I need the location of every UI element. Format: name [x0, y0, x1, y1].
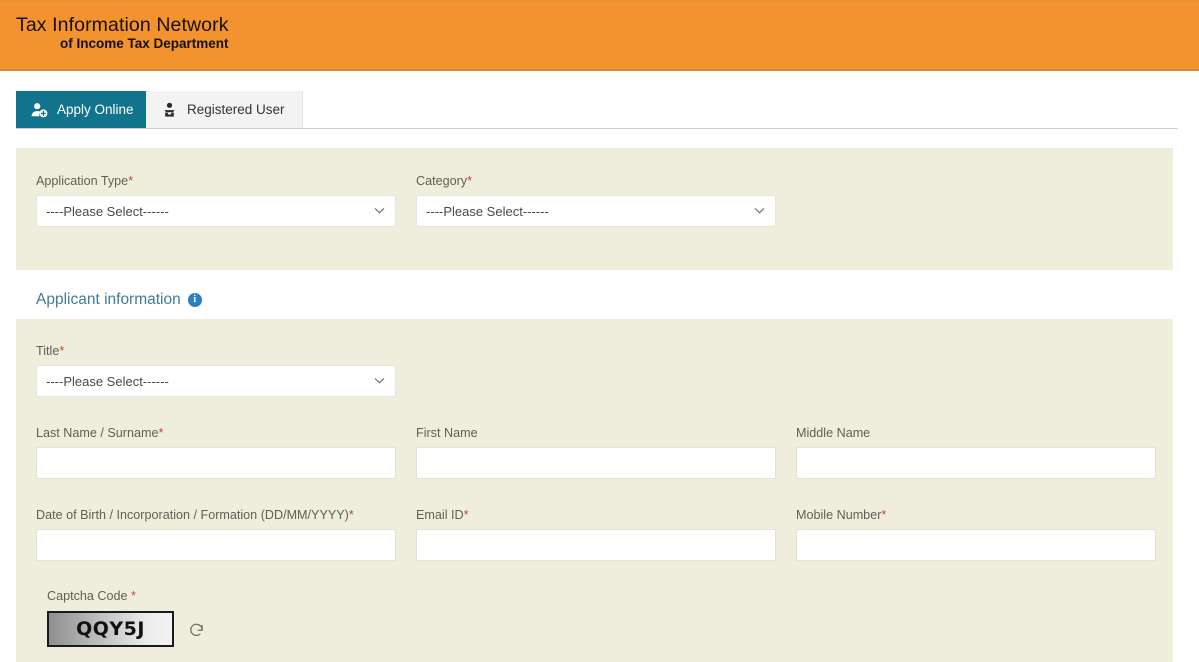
title-selected-value: ----Please Select------ — [46, 374, 169, 389]
mobile-number-label-text: Mobile Number — [796, 508, 881, 522]
email-id-label: Email ID* — [416, 508, 776, 522]
field-last-name: Last Name / Surname* — [36, 426, 396, 479]
required-marker: * — [131, 589, 136, 603]
mobile-number-label: Mobile Number* — [796, 508, 1156, 522]
applicant-information-heading: Applicant information i — [36, 291, 202, 309]
application-type-select[interactable]: ----Please Select------ — [36, 195, 396, 227]
middle-name-input[interactable] — [796, 447, 1156, 479]
field-email-id: Email ID* — [416, 508, 776, 561]
date-of-birth-label: Date of Birth / Incorporation / Formatio… — [36, 508, 396, 522]
field-date-of-birth: Date of Birth / Incorporation / Formatio… — [36, 508, 396, 561]
mobile-number-input[interactable] — [796, 529, 1156, 561]
field-captcha: Captcha Code * QQY5J — [47, 589, 205, 647]
logo-title-secondary: of Income Tax Department — [16, 37, 229, 51]
middle-name-label: Middle Name — [796, 426, 1156, 440]
title-select[interactable]: ----Please Select------ — [36, 365, 396, 397]
last-name-label-text: Last Name / Surname — [36, 426, 159, 440]
required-marker: * — [467, 174, 472, 188]
tab-bar: Apply Online Registered User — [0, 91, 1199, 131]
field-mobile-number: Mobile Number* — [796, 508, 1156, 561]
first-name-label: First Name — [416, 426, 776, 440]
captcha-label-text: Captcha Code — [47, 589, 128, 603]
last-name-input[interactable] — [36, 447, 396, 479]
chevron-down-icon — [754, 207, 765, 214]
field-first-name: First Name — [416, 426, 776, 479]
required-marker: * — [128, 174, 133, 188]
info-icon[interactable]: i — [188, 293, 202, 307]
category-label-text: Category — [416, 174, 467, 188]
site-logo: Tax Information Network of Income Tax De… — [16, 15, 229, 52]
email-id-label-text: Email ID — [416, 508, 464, 522]
application-type-label: Application Type* — [36, 174, 396, 188]
application-type-selected-value: ----Please Select------ — [46, 204, 169, 219]
first-name-input[interactable] — [416, 447, 776, 479]
category-selected-value: ----Please Select------ — [426, 204, 549, 219]
captcha-image: QQY5J — [47, 611, 174, 647]
title-label-text: Title — [36, 344, 59, 358]
title-control: ----Please Select------ — [36, 365, 396, 397]
applicant-information-heading-text: Applicant information — [36, 291, 181, 309]
registered-user-icon — [161, 102, 178, 118]
chevron-down-icon — [374, 377, 385, 384]
category-select[interactable]: ----Please Select------ — [416, 195, 776, 227]
title-label: Title* — [36, 344, 396, 358]
required-marker: * — [464, 508, 469, 522]
add-user-icon — [31, 102, 48, 118]
site-header: Tax Information Network of Income Tax De… — [0, 0, 1199, 71]
category-label: Category* — [416, 174, 776, 188]
captcha-code-text: QQY5J — [76, 620, 145, 639]
application-type-control: ----Please Select------ — [36, 195, 396, 227]
tab-registered-user[interactable]: Registered User — [146, 91, 303, 129]
tab-apply-online[interactable]: Apply Online — [16, 91, 151, 129]
tab-bar-divider — [16, 128, 1178, 129]
last-name-label: Last Name / Surname* — [36, 426, 396, 440]
tab-registered-user-label: Registered User — [187, 103, 285, 117]
email-id-input[interactable] — [416, 529, 776, 561]
date-of-birth-label-text: Date of Birth / Incorporation / Formatio… — [36, 508, 349, 522]
date-of-birth-input[interactable] — [36, 529, 396, 561]
refresh-icon[interactable] — [188, 621, 205, 638]
required-marker: * — [881, 508, 886, 522]
required-marker: * — [159, 426, 164, 440]
chevron-down-icon — [374, 207, 385, 214]
application-type-label-text: Application Type — [36, 174, 128, 188]
info-icon-glyph: i — [193, 295, 196, 305]
captcha-row: QQY5J — [47, 611, 205, 647]
field-category: Category* ----Please Select------ — [416, 174, 776, 227]
category-control: ----Please Select------ — [416, 195, 776, 227]
required-marker: * — [59, 344, 64, 358]
field-middle-name: Middle Name — [796, 426, 1156, 479]
logo-title-primary: Tax Information Network — [16, 15, 229, 35]
required-marker: * — [349, 508, 354, 522]
field-application-type: Application Type* ----Please Select-----… — [36, 174, 396, 227]
tab-apply-online-label: Apply Online — [57, 103, 134, 117]
captcha-label: Captcha Code * — [47, 589, 205, 603]
field-title: Title* ----Please Select------ — [36, 344, 396, 397]
